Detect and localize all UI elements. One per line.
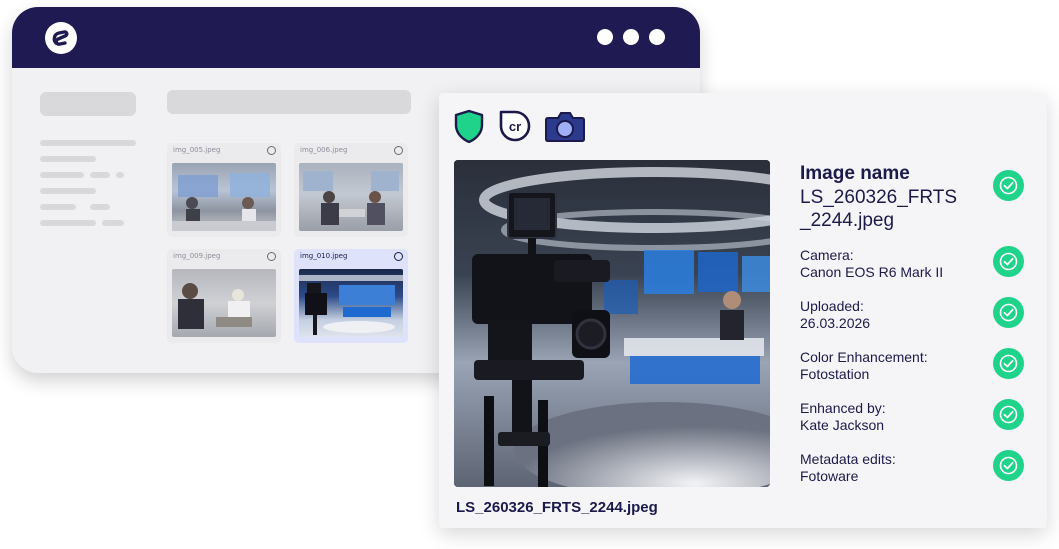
credentials-badge-icon — [267, 146, 276, 155]
verified-check-icon — [993, 450, 1024, 481]
sidebar-line — [40, 156, 96, 162]
verified-check-icon — [993, 399, 1024, 430]
thumbnail-card[interactable]: img_006.jpeg — [294, 143, 408, 237]
verified-check-icon — [993, 348, 1024, 379]
sidebar-line — [40, 188, 96, 194]
thumbnail-card[interactable]: img_005.jpeg — [167, 143, 281, 237]
image-name-label: Image name — [800, 163, 910, 184]
thumbnail-image — [299, 269, 403, 337]
credentials-badge-icon — [394, 146, 403, 155]
studio-camera-photo — [454, 160, 770, 487]
verified-check-icon — [993, 246, 1024, 277]
sidebar-line — [40, 140, 136, 146]
thumbnail-image — [172, 163, 276, 231]
sidebar-placeholder — [40, 92, 136, 116]
metadata-value: Fotoware — [800, 468, 859, 484]
metadata-color-enhancement: Color Enhancement: Fotostation — [800, 349, 928, 383]
image-detail-card: cr LS_260326_FRTS_2244.jpeg Image name L… — [439, 93, 1047, 528]
gallery-titlebar — [12, 7, 700, 68]
metadata-edits: Metadata edits: Fotoware — [800, 451, 896, 485]
thumbnail-label: img_005.jpeg — [173, 146, 221, 154]
metadata-label: Uploaded: — [800, 298, 864, 314]
sidebar-line — [40, 172, 84, 178]
window-dot-icon[interactable] — [649, 29, 665, 45]
thumbnail-label: img_010.jpeg — [300, 252, 348, 260]
image-name-value: LS_260326_FRTS _2244.jpeg — [800, 187, 958, 231]
credentials-badge-icon — [394, 252, 403, 261]
sidebar-line — [90, 204, 110, 210]
metadata-label: Metadata edits: — [800, 451, 896, 467]
metadata-camera: Camera: Canon EOS R6 Mark II — [800, 247, 943, 281]
thumbnail-image — [299, 163, 403, 231]
metadata-value: Fotostation — [800, 366, 870, 382]
thumbnail-card[interactable]: img_009.jpeg — [167, 249, 281, 343]
metadata-label: Enhanced by: — [800, 400, 886, 416]
metadata-value: Canon EOS R6 Mark II — [800, 264, 944, 280]
content-credentials-icon[interactable]: cr — [499, 110, 531, 147]
sidebar-line — [90, 172, 110, 178]
sidebar-line — [116, 220, 124, 226]
metadata-enhanced-by: Enhanced by: Kate Jackson — [800, 400, 886, 434]
metadata-label: Camera: — [800, 247, 854, 263]
verified-check-icon — [993, 170, 1024, 201]
thumbnail-image — [172, 269, 276, 337]
photo-caption: LS_260326_FRTS_2244.jpeg — [456, 499, 658, 516]
verified-check-icon — [993, 297, 1024, 328]
metadata-value: 26.03.2026 — [800, 315, 871, 331]
toolbar-placeholder — [167, 90, 411, 114]
svg-text:cr: cr — [509, 119, 521, 134]
credentials-badge-icon — [267, 252, 276, 261]
camera-icon[interactable] — [545, 110, 585, 147]
thumbnail-card-selected[interactable]: img_010.jpeg — [294, 249, 408, 343]
metadata-uploaded: Uploaded: 26.03.2026 — [800, 298, 870, 332]
window-dot-icon[interactable] — [623, 29, 639, 45]
sidebar-line — [40, 204, 76, 210]
thumbnail-label: img_006.jpeg — [300, 146, 348, 154]
metadata-label: Color Enhancement: — [800, 349, 928, 365]
metadata-value: Kate Jackson — [800, 417, 885, 433]
app-logo-icon[interactable] — [45, 22, 77, 54]
shield-icon[interactable] — [453, 109, 485, 148]
sidebar-line — [116, 172, 124, 178]
sidebar-line — [40, 220, 96, 226]
window-dot-icon[interactable] — [597, 29, 613, 45]
thumbnail-label: img_009.jpeg — [173, 252, 221, 260]
